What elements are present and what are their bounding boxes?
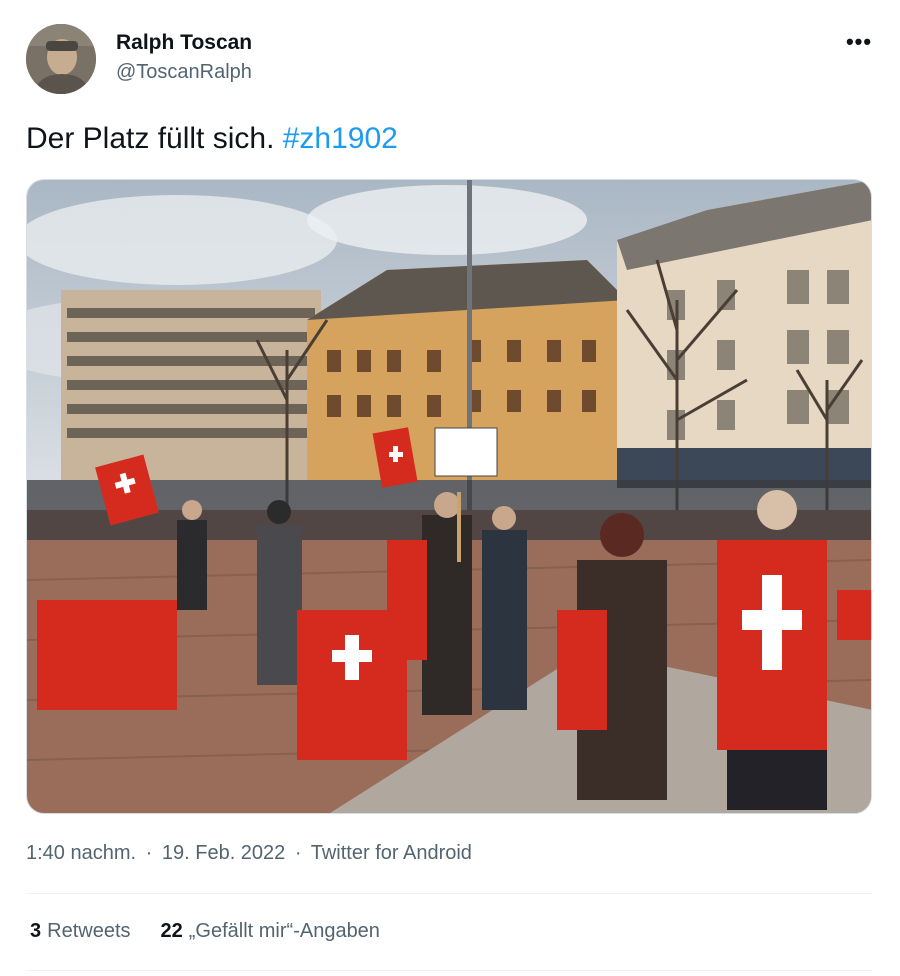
likes-stat[interactable]: 22 „Gefällt mir“-Angaben bbox=[161, 920, 380, 943]
tweet-date[interactable]: 19. Feb. 2022 bbox=[162, 842, 285, 864]
tweet-card: Ralph Toscan @ToscanRalph ••• Der Platz … bbox=[0, 0, 900, 976]
divider bbox=[26, 893, 872, 894]
tweet-source[interactable]: Twitter for Android bbox=[311, 842, 472, 864]
meta-separator: · bbox=[294, 842, 302, 864]
author-avatar[interactable] bbox=[26, 24, 96, 94]
tweet-metadata: 1:40 nachm. · 19. Feb. 2022 · Twitter fo… bbox=[26, 842, 472, 865]
retweets-stat[interactable]: 3 Retweets bbox=[30, 920, 131, 943]
hashtag-link[interactable]: #zh1902 bbox=[283, 122, 398, 155]
likes-count: 22 bbox=[160, 920, 183, 942]
divider bbox=[26, 970, 872, 971]
tweet-body: Der Platz füllt sich. bbox=[26, 122, 283, 155]
author-name[interactable]: Ralph Toscan bbox=[116, 31, 252, 55]
meta-separator: · bbox=[145, 842, 153, 864]
author-handle[interactable]: @ToscanRalph bbox=[116, 61, 252, 84]
tweet-photo[interactable] bbox=[26, 179, 872, 814]
likes-label: „Gefällt mir“-Angaben bbox=[188, 920, 380, 942]
photo-illustration bbox=[27, 180, 871, 813]
more-options-icon[interactable]: ••• bbox=[844, 28, 874, 56]
engagement-stats: 3 Retweets 22 „Gefällt mir“-Angaben bbox=[30, 920, 380, 943]
tweet-text: Der Platz füllt sich. #zh1902 bbox=[26, 122, 398, 156]
tweet-time[interactable]: 1:40 nachm. bbox=[26, 842, 136, 864]
retweets-count: 3 bbox=[30, 920, 42, 942]
avatar-image bbox=[26, 24, 96, 94]
retweets-label: Retweets bbox=[47, 920, 131, 942]
